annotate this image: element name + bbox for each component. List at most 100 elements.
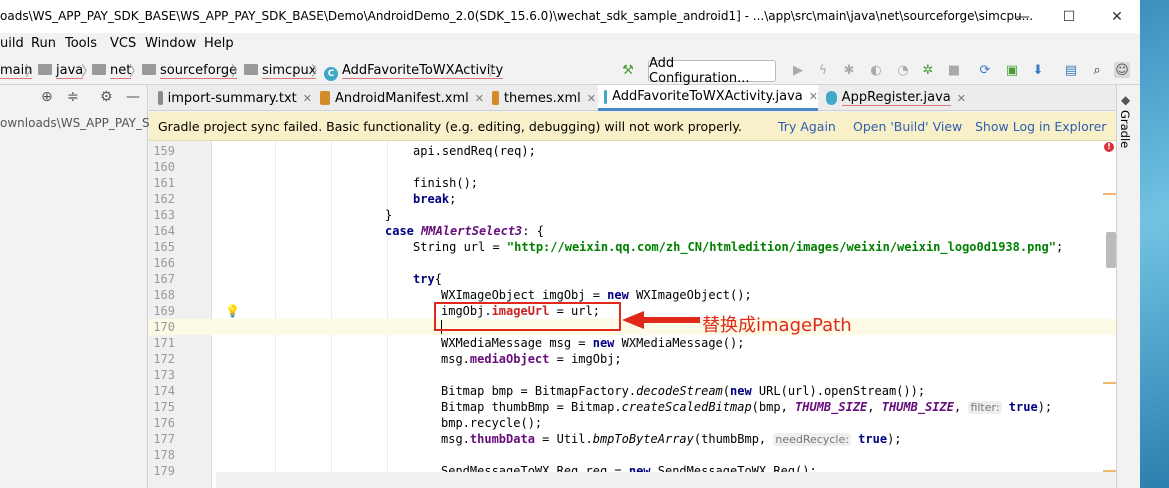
lightbulb-icon[interactable]: 💡 (225, 304, 240, 318)
minimize-button[interactable]: — (1000, 0, 1046, 33)
annotation-arrow (622, 311, 700, 329)
add-configuration-button[interactable]: Add Configuration... (648, 56, 776, 86)
tab-import-summary[interactable]: import-summary.txt ✕ (152, 85, 312, 111)
code-line: 176 bmp.recycle(); (153, 416, 543, 430)
code-line: 164 case MMAlertSelect3: { (153, 224, 544, 238)
warning-marker[interactable] (1103, 193, 1116, 195)
gradle-sync-banner: Gradle project sync failed. Basic functi… (149, 112, 1116, 141)
sdk-manager-icon[interactable]: ⬇ (1030, 62, 1046, 78)
avd-manager-icon[interactable]: ▣ (1004, 62, 1020, 78)
code-line: 165 String url = "http://weixin.qq.com/zh… (153, 240, 1064, 254)
tab-app-register[interactable]: AppRegister.java ✕ (820, 85, 966, 111)
class-icon: C (324, 67, 338, 81)
highlight-box (434, 302, 621, 331)
annotation-text: 替换成imagePath (702, 315, 852, 336)
stop-icon[interactable]: ■ (946, 62, 962, 78)
code-line: 162 break; (153, 192, 457, 206)
breadcrumb-separator: 〉 (311, 64, 325, 80)
folder-icon (38, 64, 52, 75)
maximize-button[interactable]: ☐ (1046, 0, 1092, 33)
apply-changes-icon[interactable]: ϟ (815, 62, 831, 78)
code-line: 178 (153, 448, 175, 462)
breadcrumb-separator: 〉 (25, 64, 39, 80)
debug-icon[interactable]: ✱ (841, 62, 857, 78)
breadcrumb-separator: 〉 (231, 64, 245, 80)
code-line: 171 WXMediaMessage msg = new WXMediaMessa… (153, 336, 745, 350)
code-line: 163} (153, 208, 393, 222)
close-tab-icon[interactable]: ✕ (957, 92, 966, 105)
close-button[interactable]: ✕ (1094, 0, 1140, 33)
try-again-link[interactable]: Try Again (778, 119, 836, 134)
gear-icon[interactable]: ⚙ (100, 89, 113, 105)
target-icon[interactable]: ⊕ (41, 89, 53, 105)
project-panel: ⊕ ≑ ⚙ — ownloads\WS_APP_PAY_S (0, 85, 150, 488)
menu-bar: uild Run Tools VCS Window Help (0, 33, 1140, 55)
close-tab-icon[interactable]: ✕ (475, 92, 484, 105)
folder-icon (142, 64, 156, 75)
hide-icon[interactable]: — (126, 89, 140, 105)
ide-window: oads\WS_APP_PAY_SDK_BASE\WS_APP_PAY_SDK_… (0, 0, 1140, 488)
code-line: 161 finish(); (153, 176, 479, 190)
menu-tools[interactable]: Tools (65, 36, 97, 51)
code-line: 159 api.sendReq(req); (153, 144, 536, 158)
open-build-view-link[interactable]: Open 'Build' View (853, 119, 962, 134)
breadcrumb-net[interactable]: net (92, 63, 132, 79)
breadcrumb-class[interactable]: C AddFavoriteToWXActivity (324, 63, 504, 81)
profile-icon[interactable]: ◔ (895, 62, 911, 78)
code-line: 172 msg.mediaObject = imgObj; (153, 352, 622, 366)
banner-message: Gradle project sync failed. Basic functi… (158, 119, 742, 134)
warning-marker[interactable] (1103, 382, 1116, 384)
vertical-scrollbar[interactable] (1106, 232, 1116, 268)
code-line: 174 Bitmap bmp = BitmapFactory.decodeStre… (153, 384, 926, 398)
code-line: 175 Bitmap thumbBmp = Bitmap.createScaled… (153, 400, 1053, 414)
user-icon[interactable]: ☺ (1114, 62, 1130, 78)
text-file-icon (158, 91, 163, 105)
code-line: 160 (153, 160, 175, 174)
menu-vcs[interactable]: VCS (110, 36, 136, 51)
coverage-icon[interactable]: ◐ (868, 62, 884, 78)
horizontal-scrollbar[interactable] (216, 472, 1116, 488)
close-tab-icon[interactable]: ✕ (587, 92, 596, 105)
folder-icon (92, 64, 106, 75)
collapse-icon[interactable]: ≑ (67, 89, 79, 105)
breadcrumb-java[interactable]: java (38, 63, 84, 79)
project-tree-path[interactable]: ownloads\WS_APP_PAY_S (0, 116, 150, 130)
code-line: 168 WXImageObject imgObj = new WXImageObj… (153, 288, 752, 302)
close-tab-icon[interactable]: ✕ (303, 92, 312, 105)
code-line: 173 (153, 368, 175, 382)
xml-file-icon (320, 91, 330, 105)
folder-icon (244, 64, 258, 75)
tab-themes[interactable]: themes.xml ✕ (486, 85, 596, 111)
xml-file-icon (492, 91, 499, 105)
parameter-hint: needRecycle: (773, 433, 851, 446)
attach-debugger-icon[interactable]: ✲ (920, 62, 936, 78)
tab-android-manifest[interactable]: AndroidManifest.xml ✕ (314, 85, 484, 111)
menu-window[interactable]: Window (145, 36, 196, 51)
menu-build[interactable]: uild (0, 36, 24, 51)
parameter-hint: filter: (968, 401, 1002, 414)
run-icon[interactable]: ▶ (790, 62, 806, 78)
gradle-panel-button[interactable]: Gradle (1118, 110, 1132, 148)
project-structure-icon[interactable]: ▤ (1063, 62, 1079, 78)
search-icon[interactable]: ⌕ (1089, 62, 1105, 78)
class-icon (826, 91, 837, 105)
menu-help[interactable]: Help (204, 36, 234, 51)
window-title: oads\WS_APP_PAY_SDK_BASE\WS_APP_PAY_SDK_… (0, 9, 1034, 23)
breadcrumb-sourceforge[interactable]: sourceforge (142, 63, 238, 79)
code-line: 177 msg.thumbData = Util.bmpToByteArray(t… (153, 432, 902, 446)
error-indicator-icon[interactable]: ! (1104, 142, 1114, 152)
breadcrumb-simcpux[interactable]: simcpux (244, 63, 317, 79)
show-log-link[interactable]: Show Log in Explorer (975, 119, 1106, 134)
close-tab-icon[interactable]: ✕ (809, 90, 818, 103)
title-bar: oads\WS_APP_PAY_SDK_BASE\WS_APP_PAY_SDK_… (0, 0, 1140, 33)
tab-add-favorite[interactable]: AddFavoriteToWXActivity.java ✕ (598, 85, 818, 111)
code-line: 167 try{ (153, 272, 442, 286)
menu-run[interactable]: Run (31, 36, 56, 51)
sync-gradle-icon[interactable]: ⟳ (977, 62, 993, 78)
breadcrumb-separator: 〉 (488, 64, 502, 80)
class-icon (604, 89, 608, 104)
breadcrumb-separator: 〉 (129, 64, 143, 80)
editor-tabs: import-summary.txt ✕ AndroidManifest.xml… (149, 85, 1116, 111)
hammer-icon[interactable]: ⚒ (620, 62, 636, 78)
elephant-icon: ◆ (1121, 93, 1131, 107)
